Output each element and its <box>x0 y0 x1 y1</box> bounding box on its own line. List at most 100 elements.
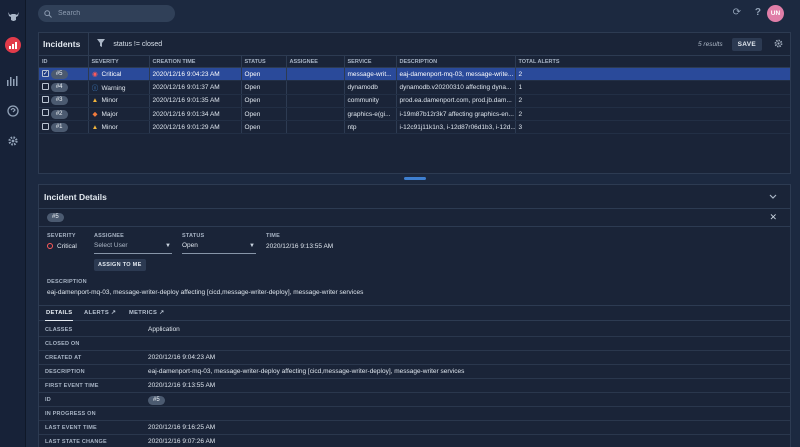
top-bar: ⟳ ? UN <box>26 0 800 28</box>
incident-id-chip[interactable]: #3 <box>50 96 68 106</box>
assignee-placeholder: Select User <box>94 242 128 249</box>
row-cell-alerts: 2 <box>514 67 790 82</box>
row-cell-description: dynamodb.v20200310 affecting dyna... <box>395 80 515 95</box>
incident-row[interactable]: ✓ #5 ◉ Critical 2020/12/16 9:04:23 AM Open me… <box>39 67 790 82</box>
column-header-service[interactable]: SERVICE <box>343 55 396 68</box>
external-link-icon: ↗ <box>159 310 165 316</box>
row-cell-service: ntp <box>343 120 396 135</box>
row-cell-assignee <box>285 67 344 82</box>
row-cell-alerts: 2 <box>514 94 790 108</box>
incident-row[interactable]: #1 ▲ Minor 2020/12/16 9:01:29 AM Open ntp i-12… <box>39 120 790 135</box>
incident-row[interactable]: #4 ⓘ Warning 2020/12/16 9:01:37 AM Open dynam… <box>39 80 790 95</box>
incident-id-chip[interactable]: #4 <box>50 83 68 93</box>
filter-expression[interactable]: status != closed <box>113 41 162 48</box>
assignee-select[interactable]: Select User ▼ <box>94 242 172 254</box>
severity-icon: ⓘ <box>91 85 99 93</box>
settings-gear-nav-icon[interactable] <box>5 133 21 149</box>
incident-id-chip[interactable]: #5 <box>50 69 68 79</box>
save-button[interactable]: SAVE <box>731 37 762 51</box>
search-input[interactable] <box>58 10 168 17</box>
detail-field-value: eaj-damenport-mq-03, message-writer-depl… <box>148 368 465 375</box>
incident-id-chip[interactable]: #5 <box>47 213 64 222</box>
row-checkbox[interactable]: ✓ <box>42 69 49 77</box>
detail-field-value: 2020/12/16 9:13:55 AM <box>148 382 216 389</box>
row-cell-description: prod.ea.damenport.com, prod.jb.dam... <box>395 94 515 108</box>
detail-field-row: CREATED AT 2020/12/16 9:04:23 AM <box>39 351 790 365</box>
metrics-nav-icon[interactable] <box>5 73 21 89</box>
filter-icon[interactable] <box>97 39 106 49</box>
row-cell-severity: ⓘ Warning <box>87 80 149 95</box>
close-icon[interactable]: ✕ <box>769 212 777 223</box>
incident-id-chip[interactable]: #5 <box>148 396 165 405</box>
row-cell-description: i-19m87b12r3k7 affecting graphics-en... <box>395 107 515 122</box>
detail-field-key: CREATED AT <box>45 355 82 361</box>
row-cell-id: ✓ #5 <box>39 67 88 82</box>
incident-row[interactable]: #2 ◆ Major 2020/12/16 9:01:34 AM Open graphic… <box>39 107 790 122</box>
row-checkbox[interactable] <box>42 82 49 90</box>
incidents-panel: Incidents status != closed 5 results SAV… <box>38 32 791 174</box>
bull-logo-icon[interactable] <box>5 8 21 24</box>
severity-icon: ◉ <box>92 71 98 79</box>
detail-field-key: LAST EVENT TIME <box>45 425 97 431</box>
user-avatar[interactable]: UN <box>767 5 784 22</box>
detail-field-key: CLOSED ON <box>45 341 80 347</box>
results-count: 5 results <box>698 40 723 48</box>
panel-resize-handle[interactable] <box>404 177 426 180</box>
status-select[interactable]: Open ▼ <box>182 242 256 254</box>
refresh-icon[interactable]: ⟳ <box>733 7 741 18</box>
incidents-nav-icon[interactable] <box>5 37 21 53</box>
description-label: DESCRIPTION <box>47 279 87 285</box>
help-icon[interactable]: ? <box>755 7 761 18</box>
row-cell-severity: ◉ Critical <box>87 67 149 82</box>
row-cell-description: eaj-damenport-mq-03, message-write... <box>395 67 515 82</box>
dropdown-caret-icon: ▼ <box>165 243 171 249</box>
column-header-status[interactable]: STATUS <box>240 55 286 68</box>
detail-field-key: LAST STATE CHANGE <box>45 439 107 445</box>
detail-field-key: DESCRIPTION <box>45 369 85 375</box>
row-checkbox[interactable] <box>42 96 49 104</box>
tab-metrics[interactable]: METRICS ↗ <box>129 310 164 316</box>
incident-id-chip[interactable]: #2 <box>50 109 68 119</box>
row-cell-service: community <box>343 94 396 108</box>
column-header-assignee[interactable]: ASSIGNEE <box>285 55 344 68</box>
assign-to-me-button[interactable]: ASSIGN TO ME <box>94 259 146 271</box>
column-header-description[interactable]: DESCRIPTION <box>395 55 515 68</box>
table-settings-icon[interactable] <box>774 39 783 50</box>
row-cell-severity: ▲ Minor <box>87 120 149 135</box>
assignee-label: ASSIGNEE <box>94 233 125 239</box>
row-cell-created: 2020/12/16 9:01:37 AM <box>148 80 241 95</box>
header-divider <box>88 33 90 55</box>
row-cell-alerts: 3 <box>514 120 790 135</box>
column-header-severity[interactable]: SEVERITY <box>87 55 149 68</box>
row-cell-assignee <box>285 120 344 135</box>
collapse-chevron-icon[interactable] <box>769 192 777 201</box>
row-cell-alerts: 2 <box>514 107 790 122</box>
detail-field-row: IN PROGRESS ON <box>39 407 790 421</box>
detail-field-key: IN PROGRESS ON <box>45 411 96 417</box>
severity-icon: ◆ <box>92 111 98 119</box>
incident-id-chip[interactable]: #1 <box>50 122 68 132</box>
row-checkbox[interactable] <box>42 122 49 130</box>
column-header-total-alerts[interactable]: TOTAL ALERTS <box>514 55 790 68</box>
detail-field-value: Application <box>148 326 180 333</box>
row-cell-severity: ▲ Minor <box>87 94 149 108</box>
time-value: 2020/12/16 9:13:55 AM <box>266 243 334 250</box>
row-cell-description: i-12c91j11k1n3, i-12d87r06d1b3, i-12d... <box>395 120 515 135</box>
detail-field-row: CLOSED ON <box>39 337 790 351</box>
tab-details[interactable]: DETAILS <box>44 310 74 321</box>
row-cell-created: 2020/12/16 9:01:35 AM <box>148 94 241 108</box>
search-box[interactable] <box>38 5 175 22</box>
severity-icon: ▲ <box>91 97 99 105</box>
row-cell-assignee <box>285 107 344 122</box>
column-header-creation-time[interactable]: CREATION TIME <box>148 55 241 68</box>
incident-row[interactable]: #3 ▲ Minor 2020/12/16 9:01:35 AM Open communi… <box>39 94 790 108</box>
status-select-value: Open <box>182 242 198 249</box>
row-cell-severity: ◆ Major <box>87 107 149 122</box>
row-cell-status: Open <box>240 120 286 135</box>
help-circle-nav-icon[interactable] <box>5 103 21 119</box>
row-checkbox[interactable] <box>42 109 49 117</box>
tab-alerts[interactable]: ALERTS ↗ <box>84 310 116 316</box>
column-header-id[interactable]: ID <box>39 55 88 68</box>
detail-field-value: 2020/12/16 9:16:25 AM <box>148 424 216 431</box>
critical-severity-icon <box>47 243 53 249</box>
